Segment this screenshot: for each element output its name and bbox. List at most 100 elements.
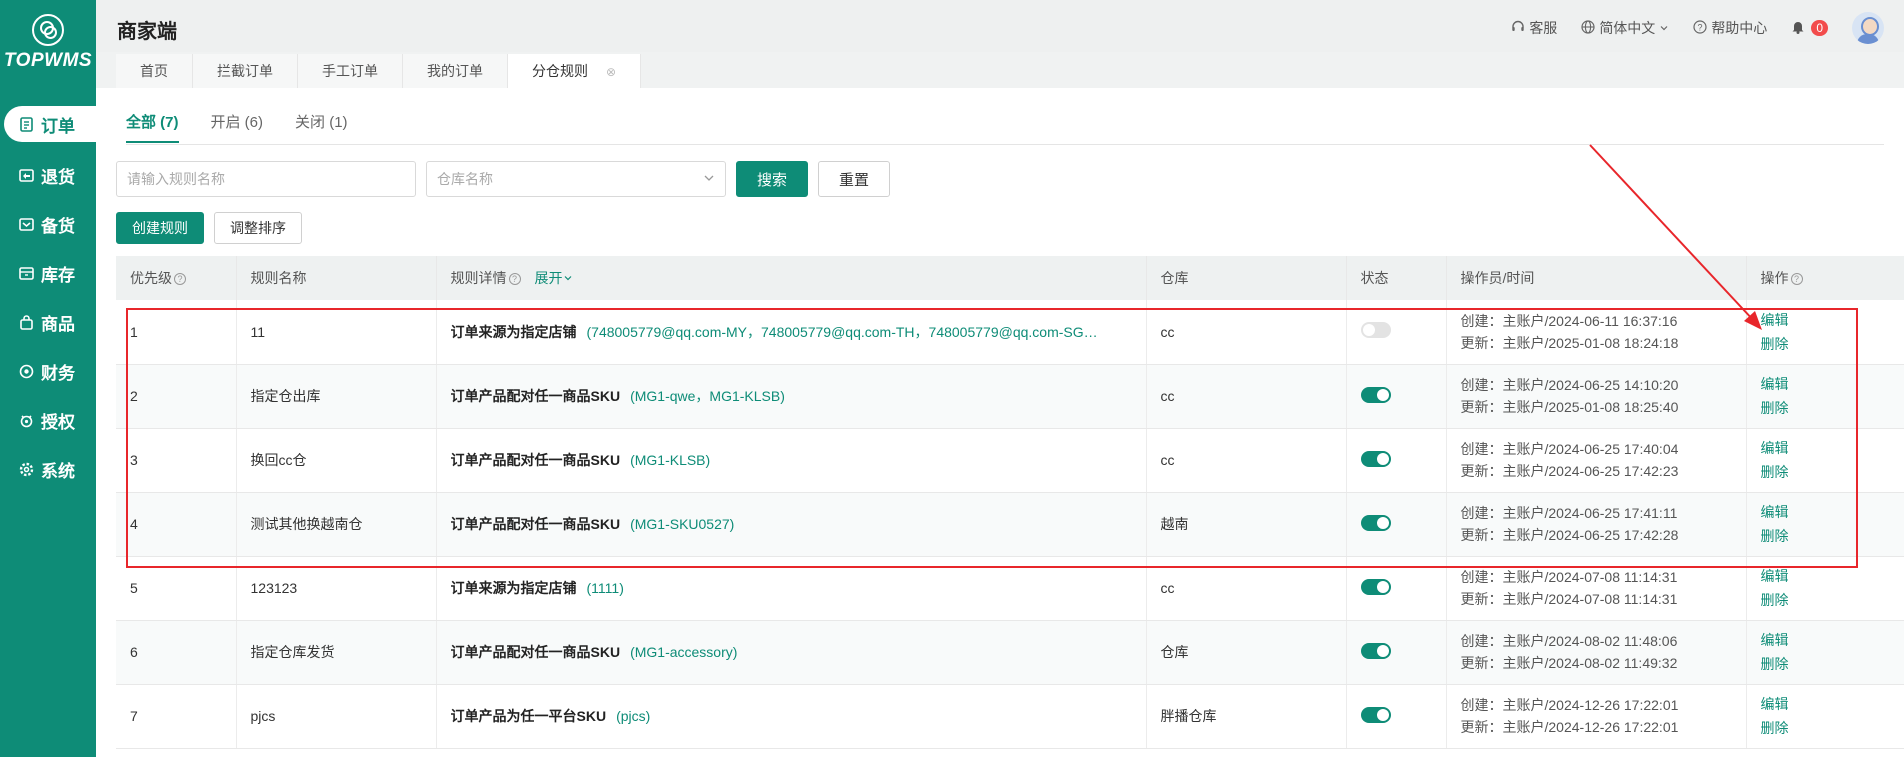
sidebar-item-order[interactable]: 订单 xyxy=(4,106,96,142)
sidebar-item-return[interactable]: 退货 xyxy=(0,151,96,200)
rule-detail-cell: 订单来源为指定店铺 (1111) xyxy=(436,556,1147,621)
sidebar-item-system[interactable]: 系统 xyxy=(0,445,96,494)
updated-info: 更新：主账户/2025-01-08 18:24:18 xyxy=(1460,334,1679,351)
divider xyxy=(126,144,1884,145)
tab-home[interactable]: 首页 xyxy=(116,54,193,88)
search-bar: 仓库名称 搜索 重置 xyxy=(116,161,891,197)
tab-warehouse-rules[interactable]: 分仓规则 ⊗ xyxy=(508,54,642,88)
help-icon[interactable]: ? xyxy=(174,273,186,285)
filter-tab-disabled[interactable]: 关闭 (1) xyxy=(295,111,348,143)
status-toggle[interactable] xyxy=(1360,514,1391,531)
order-icon xyxy=(18,116,35,133)
warehouse-select[interactable]: 仓库名称 xyxy=(426,161,726,197)
status-toggle[interactable] xyxy=(1360,450,1391,467)
sidebar-item-label: 退货 xyxy=(41,168,75,187)
operator-cell: 创建：主账户/2024-07-08 11:14:31 更新：主账户/2024-07… xyxy=(1446,556,1747,621)
delete-link[interactable]: 删除 xyxy=(1761,460,1895,484)
stock-icon xyxy=(18,216,35,233)
operator-cell: 创建：主账户/2024-12-26 17:22:01 更新：主账户/2024-12… xyxy=(1446,684,1747,749)
help-icon[interactable]: ? xyxy=(1790,273,1803,285)
filter-tab-all[interactable]: 全部 (7) xyxy=(126,111,179,143)
rule-condition: 订单产品为任一平台SKU xyxy=(450,708,607,724)
expand-toggle[interactable]: 展开 xyxy=(535,270,573,286)
operator-times: 创建：主账户/2024-08-02 11:48:06 更新：主账户/2024-08… xyxy=(1461,630,1736,674)
rule-condition: 订单来源为指定店铺 xyxy=(450,323,577,340)
tab-manual-orders[interactable]: 手工订单 xyxy=(298,54,403,88)
updated-info: 更新：主账户/2024-07-08 11:14:31 xyxy=(1460,591,1678,607)
rule-values: (1111) xyxy=(586,580,624,596)
warehouse-cell: 越南 xyxy=(1146,492,1347,557)
sidebar-item-label: 订单 xyxy=(41,116,75,136)
sidebar-item-finance[interactable]: 财务 xyxy=(0,347,96,396)
edit-link[interactable]: 编辑 xyxy=(1761,308,1895,332)
close-icon[interactable]: ⊗ xyxy=(606,65,616,79)
status-toggle[interactable] xyxy=(1360,322,1391,339)
operator-cell: 创建：主账户/2024-06-25 14:10:20 更新：主账户/2025-01… xyxy=(1446,364,1747,429)
tab-label: 分仓规则 xyxy=(532,63,588,79)
sidebar-item-auth[interactable]: 授权 xyxy=(0,396,96,445)
sidebar-nav: 订单 退货 备货 库存 商品 财务 授权 系统 xyxy=(0,102,96,494)
edit-link[interactable]: 编辑 xyxy=(1761,564,1895,588)
edit-link[interactable]: 编辑 xyxy=(1761,372,1895,396)
priority-cell: 5 xyxy=(116,556,237,621)
sidebar-item-label: 财务 xyxy=(41,364,75,383)
app-title: 商家端 xyxy=(117,21,177,43)
table-row: 7 pjcs 订单产品为任一平台SKU (pjcs) 胖播仓库 创建：主账户/2024-1… xyxy=(116,684,1904,749)
reset-button[interactable]: 重置 xyxy=(818,161,891,197)
header-toolbar: 客服 简体中文 ? 帮助中心 0 xyxy=(1511,12,1884,44)
tab-intercept-orders[interactable]: 拦截订单 xyxy=(193,54,298,88)
column-header-detail: 规则详情? 展开 xyxy=(436,256,1147,300)
edit-link[interactable]: 编辑 xyxy=(1761,500,1895,524)
system-icon xyxy=(18,461,35,478)
chevron-down-icon xyxy=(1659,20,1669,36)
top-header: 商家端 客服 简体中文 ? 帮助中心 0 xyxy=(96,0,1904,52)
tab-my-orders[interactable]: 我的订单 xyxy=(403,54,508,88)
priority-cell: 4 xyxy=(116,492,237,557)
rule-detail-cell: 订单产品配对任一商品SKU (MG1-qwe，MG1-KLSB) xyxy=(436,364,1147,429)
operator-cell: 创建：主账户/2024-06-25 17:40:04 更新：主账户/2024-06… xyxy=(1446,428,1747,493)
rule-name-cell: 123123 xyxy=(236,556,437,621)
rule-detail: 订单来源为指定店铺 (1111) xyxy=(451,578,1136,598)
language-select[interactable]: 简体中文 xyxy=(1581,18,1669,38)
delete-link[interactable]: 删除 xyxy=(1761,716,1895,740)
sidebar-item-stock[interactable]: 备货 xyxy=(0,200,96,249)
logo: TOPWMS xyxy=(0,14,96,72)
status-toggle[interactable] xyxy=(1360,706,1391,723)
edit-link[interactable]: 编辑 xyxy=(1761,692,1895,716)
delete-link[interactable]: 删除 xyxy=(1761,332,1895,356)
help-icon[interactable]: ? xyxy=(508,273,521,285)
column-header-status: 状态 xyxy=(1346,256,1447,300)
headset-icon xyxy=(1511,20,1525,37)
notification-button[interactable]: 0 xyxy=(1791,19,1828,37)
rule-name-cell: 指定仓出库 xyxy=(236,364,437,429)
chevron-down-icon xyxy=(564,276,571,281)
status-cell xyxy=(1346,428,1447,493)
rule-condition: 订单产品配对任一商品SKU xyxy=(450,516,621,532)
edit-link[interactable]: 编辑 xyxy=(1761,436,1895,460)
sidebar-item-inventory[interactable]: 库存 xyxy=(0,249,96,298)
expand-label: 展开 xyxy=(534,270,563,286)
edit-link[interactable]: 编辑 xyxy=(1761,628,1895,652)
priority-cell: 6 xyxy=(116,620,237,685)
customer-service-label: 客服 xyxy=(1529,20,1558,36)
search-button[interactable]: 搜索 xyxy=(736,161,809,197)
adjust-sort-button[interactable]: 调整排序 xyxy=(214,212,302,244)
sidebar-item-label: 备货 xyxy=(41,217,75,236)
filter-tab-enabled[interactable]: 开启 (6) xyxy=(211,111,264,143)
warehouse-cell: cc xyxy=(1146,300,1347,365)
delete-link[interactable]: 删除 xyxy=(1761,524,1895,548)
avatar[interactable] xyxy=(1852,12,1884,44)
sidebar: TOPWMS 订单 退货 备货 库存 商品 财务 授权 系统 xyxy=(0,0,96,757)
create-rule-button[interactable]: 创建规则 xyxy=(116,212,204,244)
delete-link[interactable]: 删除 xyxy=(1761,396,1895,420)
created-info: 创建：主账户/2024-06-25 17:40:04 xyxy=(1460,441,1679,457)
status-toggle[interactable] xyxy=(1360,642,1391,659)
help-center-link[interactable]: ? 帮助中心 xyxy=(1693,18,1767,38)
sidebar-item-goods[interactable]: 商品 xyxy=(0,298,96,347)
status-toggle[interactable] xyxy=(1360,386,1391,403)
customer-service-link[interactable]: 客服 xyxy=(1511,18,1557,38)
delete-link[interactable]: 删除 xyxy=(1761,588,1895,612)
status-toggle[interactable] xyxy=(1360,578,1391,595)
delete-link[interactable]: 删除 xyxy=(1761,652,1895,676)
rule-name-input[interactable] xyxy=(116,161,416,197)
